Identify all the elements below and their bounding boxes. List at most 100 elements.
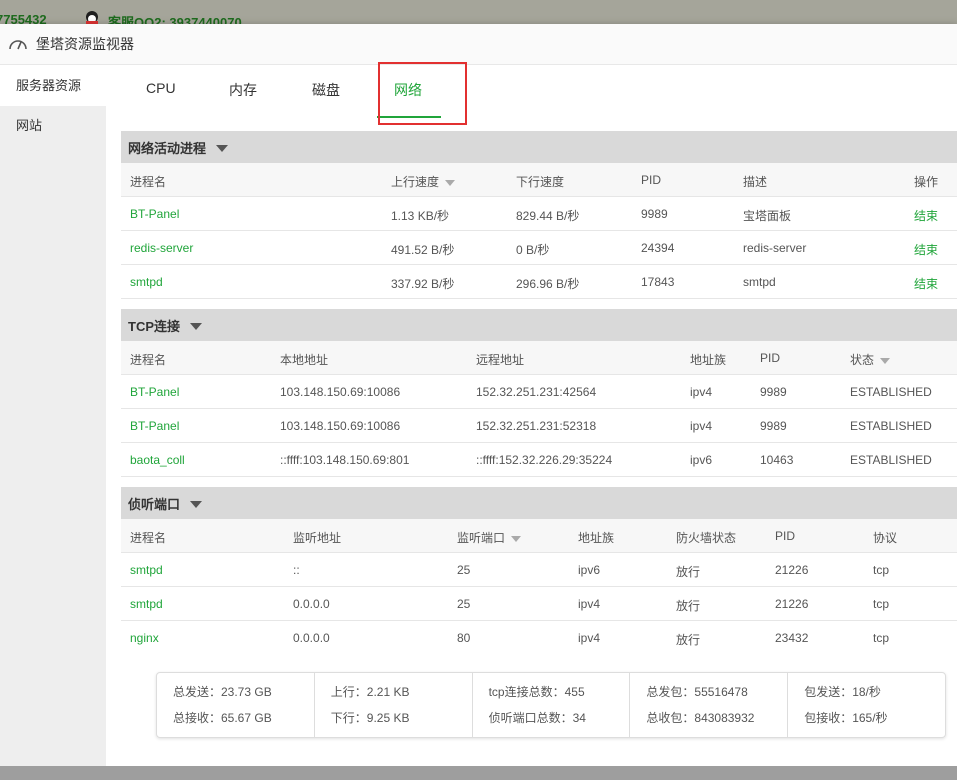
column-header: 下行速度	[516, 175, 565, 189]
collapse-caret-icon[interactable]	[190, 500, 203, 508]
local-address: ::ffff:103.148.150.69:801	[280, 453, 410, 467]
column-header: 进程名	[130, 531, 167, 545]
listen-port-total: 侦听端口总数：34	[488, 711, 586, 725]
main-panel: CPU 内存 磁盘 网络 网络活动进程 进程名 上行速度 下行速度 PID 描述…	[106, 62, 957, 766]
tab-memory[interactable]: 内存	[229, 80, 257, 100]
sidebar-item-websites[interactable]: 网站	[0, 106, 106, 146]
window-title: 堡塔资源监视器	[36, 36, 134, 52]
description: redis-server	[743, 241, 807, 255]
pid: 21226	[775, 597, 809, 611]
pid: 10463	[760, 453, 794, 467]
table-header-row: 进程名 上行速度 下行速度 PID 描述 操作	[121, 163, 957, 197]
process-name: BT-Panel	[130, 385, 180, 399]
column-header: PID	[760, 351, 781, 365]
upload-speed: 337.92 B/秒	[391, 277, 455, 291]
column-header: PID	[641, 173, 662, 187]
table-row: smtpd :: 25 ipv6 放行 21226 tcp	[121, 553, 957, 587]
firewall-status: 放行	[676, 565, 701, 579]
column-header: 远程地址	[476, 353, 525, 367]
local-address: 103.148.150.69:10086	[280, 385, 401, 399]
address-family: ipv4	[578, 631, 601, 645]
column-header: 本地地址	[280, 353, 329, 367]
download-speed: 829.44 B/秒	[516, 209, 580, 223]
table-row: nginx 0.0.0.0 80 ipv4 放行 23432 tcp	[121, 621, 957, 655]
address-family: ipv6	[690, 453, 713, 467]
download-speed: 0 B/秒	[516, 243, 550, 257]
protocol: tcp	[873, 563, 890, 577]
listen-port: 25	[457, 563, 471, 577]
pid: 17843	[641, 275, 675, 289]
end-process-button[interactable]: 结束	[914, 207, 938, 224]
tab-cpu[interactable]: CPU	[146, 80, 176, 96]
section-header-tcp[interactable]: TCP连接	[121, 309, 957, 341]
address-family: ipv4	[690, 385, 713, 399]
table-header-row: 进程名 监听地址 监听端口 地址族 防火墙状态 PID 协议	[121, 519, 957, 553]
upload-rate: 上行：2.21 KB	[330, 685, 410, 699]
tcp-connections-table: 进程名 本地地址 远程地址 地址族 PID 状态 BT-Panel 103.14…	[121, 341, 957, 477]
pid: 24394	[641, 241, 675, 255]
protocol: tcp	[873, 631, 890, 645]
column-header: 进程名	[130, 175, 167, 189]
column-header: 地址族	[690, 353, 727, 367]
column-header-sortable[interactable]: 监听端口	[457, 529, 522, 546]
end-process-button[interactable]: 结束	[914, 275, 938, 292]
process-name: nginx	[130, 631, 159, 645]
tcp-connection-total: tcp连接总数：455	[488, 685, 585, 699]
stats-connections: tcp连接总数：455 侦听端口总数：34	[473, 673, 631, 737]
process-name: BT-Panel	[130, 207, 180, 221]
description: smtpd	[743, 275, 776, 289]
protocol: tcp	[873, 597, 890, 611]
highlight-box	[378, 62, 467, 125]
tab-disk[interactable]: 磁盘	[312, 80, 340, 100]
column-header: PID	[775, 529, 796, 543]
table-row: redis-server 491.52 B/秒 0 B/秒 24394 redi…	[121, 231, 957, 265]
table-row: baota_coll ::ffff:103.148.150.69:801 ::f…	[121, 443, 957, 477]
column-header-label: 监听端口	[457, 531, 506, 545]
stats-total-traffic: 总发送：23.73 GB 总接收：65.67 GB	[157, 673, 315, 737]
address-family: ipv6	[578, 563, 601, 577]
end-process-button[interactable]: 结束	[914, 241, 938, 258]
resource-monitor-window: 堡塔资源监视器 服务器资源 网站 CPU 内存 磁盘 网络 网络活动进程 进程名…	[0, 24, 957, 766]
stats-packet-rate: 包发送：18/秒 包接收：165/秒	[788, 673, 945, 737]
process-name: smtpd	[130, 597, 163, 611]
gauge-icon	[9, 40, 27, 50]
sidebar: 服务器资源 网站	[0, 66, 106, 766]
column-header: 进程名	[130, 353, 167, 367]
section-header-listen-ports[interactable]: 侦听端口	[121, 487, 957, 519]
packets-sent-total: 总发包：55516478	[646, 685, 748, 699]
firewall-status: 放行	[676, 633, 701, 647]
download-rate: 下行：9.25 KB	[330, 711, 410, 725]
remote-address: 152.32.251.231:42564	[476, 385, 597, 399]
packets-sent-rate: 包发送：18/秒	[804, 685, 881, 699]
column-header-label: 状态	[850, 353, 875, 367]
section-header-network-process[interactable]: 网络活动进程	[121, 131, 957, 163]
table-row: BT-Panel 103.148.150.69:10086 152.32.251…	[121, 375, 957, 409]
listen-address: 0.0.0.0	[293, 631, 330, 645]
column-header-label: 上行速度	[391, 175, 440, 189]
pid: 21226	[775, 563, 809, 577]
pid: 9989	[760, 385, 787, 399]
firewall-status: 放行	[676, 599, 701, 613]
column-header-sortable[interactable]: 上行速度	[391, 173, 456, 190]
sidebar-item-server-resources[interactable]: 服务器资源	[0, 66, 106, 106]
collapse-caret-icon[interactable]	[216, 144, 229, 152]
address-family: ipv4	[578, 597, 601, 611]
process-name: smtpd	[130, 275, 163, 289]
download-speed: 296.96 B/秒	[516, 277, 580, 291]
section-title: TCP连接	[128, 318, 181, 334]
packets-received-rate: 包接收：165/秒	[804, 711, 888, 725]
column-header: 监听地址	[293, 531, 342, 545]
titlebar: 堡塔资源监视器	[0, 24, 957, 65]
upload-speed: 491.52 B/秒	[391, 243, 455, 257]
network-process-table: 进程名 上行速度 下行速度 PID 描述 操作 BT-Panel 1.13 KB…	[121, 163, 957, 299]
pid: 9989	[760, 419, 787, 433]
pid: 23432	[775, 631, 809, 645]
collapse-caret-icon[interactable]	[190, 322, 203, 330]
table-row: BT-Panel 1.13 KB/秒 829.44 B/秒 9989 宝塔面板 …	[121, 197, 957, 231]
connection-state: ESTABLISHED	[850, 453, 932, 467]
local-address: 103.148.150.69:10086	[280, 419, 401, 433]
stats-speed: 上行：2.21 KB 下行：9.25 KB	[315, 673, 473, 737]
column-header-sortable[interactable]: 状态	[850, 351, 891, 368]
remote-address: ::ffff:152.32.226.29:35224	[476, 453, 613, 467]
total-sent: 总发送：23.73 GB	[173, 685, 272, 699]
